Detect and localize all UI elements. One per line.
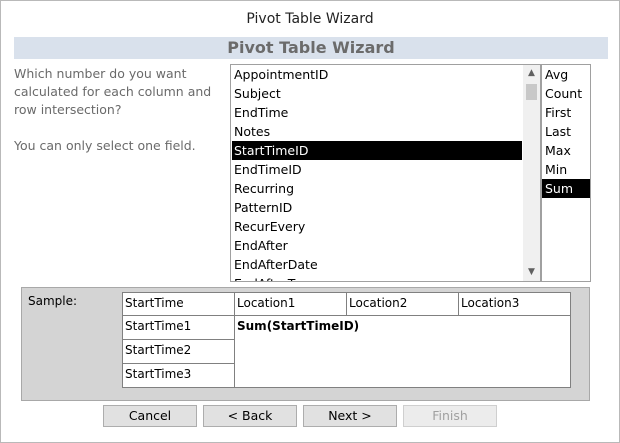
field-list-item[interactable]: AppointmentID	[232, 65, 522, 84]
field-list-item[interactable]: EndTimeID	[232, 160, 522, 179]
function-list-item[interactable]: First	[542, 103, 590, 122]
sample-column-header: Location1	[234, 292, 347, 316]
field-list-item[interactable]: Subject	[232, 84, 522, 103]
function-list-item[interactable]: Max	[542, 141, 590, 160]
scrollbar-thumb[interactable]	[526, 84, 537, 100]
field-list-item[interactable]: Notes	[232, 122, 522, 141]
function-list-item[interactable]: Count	[542, 84, 590, 103]
pivot-table-wizard-window: Pivot Table Wizard Pivot Table Wizard Wh…	[0, 0, 620, 443]
back-button[interactable]: < Back	[203, 405, 297, 427]
instruction-note: You can only select one field.	[14, 138, 196, 153]
field-listbox[interactable]: AppointmentID Subject EndTime Notes StartTim…	[230, 64, 541, 282]
finish-button[interactable]: Finish	[403, 405, 497, 427]
window-title: Pivot Table Wizard	[246, 11, 374, 27]
function-list-item[interactable]: Avg	[542, 65, 590, 84]
field-list-item[interactable]: EndAfterTyp	[232, 274, 522, 281]
sample-corner-cell: StartTime	[122, 292, 235, 316]
field-list-item[interactable]: PatternID	[232, 198, 522, 217]
function-listbox[interactable]: Avg Count First Last Max Min Sum	[541, 64, 591, 282]
sample-row-header: StartTime3	[122, 363, 235, 388]
field-list-item[interactable]: EndAfterDate	[232, 255, 522, 274]
sample-column-header: Location2	[346, 292, 459, 316]
sample-column-header: Location3	[458, 292, 571, 316]
next-button[interactable]: Next >	[303, 405, 397, 427]
field-list-item[interactable]: EndAfter	[232, 236, 522, 255]
instruction-question: Which number do you want calculated for …	[14, 66, 212, 117]
sample-label: Sample:	[28, 294, 78, 308]
field-list-item[interactable]: RecurEvery	[232, 217, 522, 236]
scroll-down-arrow-icon[interactable]: ▼	[523, 264, 540, 281]
function-list-item[interactable]: Sum	[542, 179, 590, 198]
field-list-item[interactable]: Recurring	[232, 179, 522, 198]
instructions: Which number do you want calculated for …	[14, 65, 224, 155]
field-list-item[interactable]: EndTime	[232, 103, 522, 122]
sample-row-header: StartTime2	[122, 339, 235, 364]
function-list-item[interactable]: Last	[542, 122, 590, 141]
cancel-button[interactable]: Cancel	[103, 405, 197, 427]
field-list-items: AppointmentID Subject EndTime Notes StartTim…	[232, 65, 522, 281]
field-list-item[interactable]: StartTimeID	[232, 141, 522, 160]
scroll-up-arrow-icon[interactable]: ▲	[523, 65, 540, 82]
sample-panel: Sample: StartTime Location1 Location2 Lo…	[21, 287, 590, 401]
sample-row-header: StartTime1	[122, 315, 235, 340]
sample-value-cell: Sum(StartTimeID)	[234, 315, 571, 388]
field-list-scrollbar[interactable]: ▲ ▼	[523, 65, 540, 281]
wizard-banner: Pivot Table Wizard	[14, 37, 608, 59]
function-list-item[interactable]: Min	[542, 160, 590, 179]
